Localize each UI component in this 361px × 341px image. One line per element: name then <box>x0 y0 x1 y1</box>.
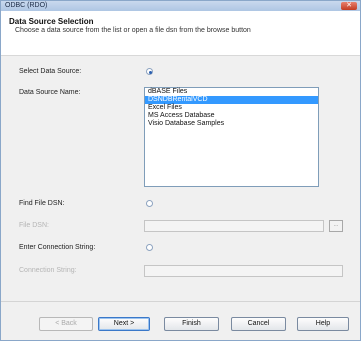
close-icon[interactable]: ✕ <box>341 2 357 10</box>
browse-button[interactable]: ... <box>329 220 343 232</box>
window-title: ODBC (RDO) <box>5 2 48 9</box>
page-subtitle: Choose a data source from the list or op… <box>15 27 251 34</box>
file-dsn-label: File DSN: <box>19 222 49 229</box>
page-title: Data Source Selection <box>9 17 94 26</box>
data-source-name-label: Data Source Name: <box>19 89 81 96</box>
list-item[interactable]: MS Access Database <box>145 112 318 120</box>
enter-connection-string-label: Enter Connection String: <box>19 244 96 251</box>
help-button[interactable]: Help <box>297 317 349 331</box>
select-data-source-radio[interactable] <box>146 68 153 75</box>
list-item[interactable]: Visio Database Samples <box>145 120 318 128</box>
list-item[interactable]: Excel Files <box>145 104 318 112</box>
find-file-dsn-radio[interactable] <box>146 200 153 207</box>
list-item[interactable]: dBASE Files <box>145 88 318 96</box>
footer-divider <box>1 301 360 302</box>
select-data-source-label: Select Data Source: <box>19 68 82 75</box>
file-dsn-field[interactable] <box>144 220 324 232</box>
next-button[interactable]: Next > <box>98 317 150 331</box>
finish-button[interactable]: Finish <box>164 317 219 331</box>
connection-string-label: Connection String: <box>19 267 77 274</box>
wizard-header: Data Source Selection Choose a data sour… <box>1 11 360 56</box>
cancel-button[interactable]: Cancel <box>231 317 286 331</box>
data-source-list[interactable]: dBASE Files DSNDBRentalVCD Excel Files M… <box>144 87 319 187</box>
list-item-selected[interactable]: DSNDBRentalVCD <box>145 96 318 104</box>
find-file-dsn-label: Find File DSN: <box>19 200 65 207</box>
enter-connection-string-radio[interactable] <box>146 244 153 251</box>
connection-string-field[interactable] <box>144 265 343 277</box>
back-button[interactable]: < Back <box>39 317 93 331</box>
title-bar: ODBC (RDO) ✕ <box>1 1 360 11</box>
odbc-dialog: ODBC (RDO) ✕ Data Source Selection Choos… <box>0 0 361 341</box>
